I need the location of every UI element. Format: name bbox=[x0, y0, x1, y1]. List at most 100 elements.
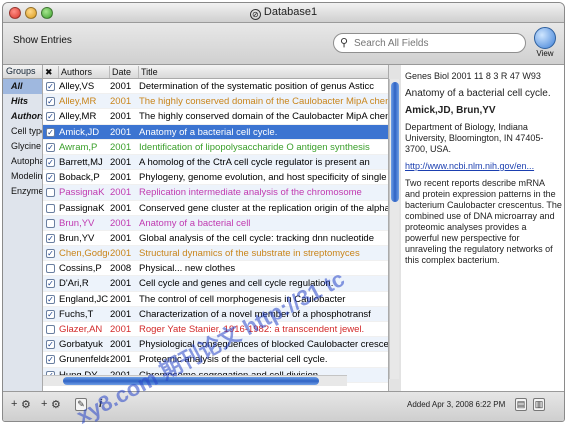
row-checkbox[interactable]: ✓ bbox=[46, 355, 55, 365]
pdf-icon[interactable]: ▤ bbox=[515, 398, 527, 411]
author-cell: Barrett,MJ bbox=[59, 156, 103, 168]
group-item[interactable]: All bbox=[3, 79, 42, 94]
row-checkbox[interactable]: ✓ bbox=[46, 294, 55, 304]
author-cell: Alley,MR bbox=[59, 111, 97, 123]
table-row[interactable]: ✓ Brun,YV 2001 Global analysis of the cell … bbox=[43, 231, 388, 247]
group-item[interactable]: Cell type bbox=[3, 124, 42, 139]
row-checkbox[interactable]: ✓ bbox=[46, 279, 55, 289]
title-cell: Anatomy of a bacterial cell bbox=[139, 217, 251, 229]
row-checkbox[interactable] bbox=[46, 188, 55, 198]
table-vertical-scrollbar[interactable] bbox=[389, 79, 399, 379]
date-column-header[interactable]: Date bbox=[109, 66, 139, 78]
add-reference-icon[interactable]: + bbox=[41, 398, 47, 410]
author-cell: Gorbatyuk bbox=[59, 339, 103, 351]
row-checkbox[interactable]: ✓ bbox=[46, 309, 55, 319]
year-cell: 2001 bbox=[110, 217, 132, 229]
title-cell: A homolog of the CtrA cell cycle regulat… bbox=[139, 156, 370, 168]
table-row[interactable]: PassignaK 2001 Conserved gene cluster at t… bbox=[43, 201, 388, 216]
title-cell: The highly conserved domain of the Caulo… bbox=[139, 111, 388, 123]
group-item[interactable]: Hits bbox=[3, 94, 42, 109]
groups-header[interactable]: Groups bbox=[3, 65, 42, 79]
show-entries-label: Show Entries bbox=[13, 35, 72, 46]
row-checkbox[interactable]: ✓ bbox=[46, 173, 55, 183]
row-checkbox[interactable] bbox=[46, 325, 55, 334]
app-window: ⊘Database1 Show Entries ⚲ View Groups Al… bbox=[2, 2, 565, 422]
group-item[interactable]: Autophagy bbox=[3, 154, 42, 169]
year-cell: 2001 bbox=[110, 324, 132, 335]
author-cell: Chen,Godge bbox=[59, 248, 109, 260]
table-horizontal-scrollbar[interactable] bbox=[43, 375, 347, 386]
toolbar: Show Entries ⚲ View bbox=[3, 23, 564, 65]
author-cell: Brun,YV bbox=[59, 217, 95, 229]
row-checkbox[interactable] bbox=[46, 218, 55, 228]
gear-icon[interactable]: ⚙ bbox=[21, 398, 31, 411]
year-cell: 2001 bbox=[110, 111, 132, 123]
year-cell: 2001 bbox=[110, 81, 132, 92]
title-cell: Global analysis of the cell cycle: track… bbox=[139, 232, 374, 244]
table-row[interactable]: ✓ Alley,VS 2001 Determination of the system… bbox=[43, 79, 388, 95]
group-item[interactable]: Glycine bbox=[3, 139, 42, 154]
year-cell: 2001 bbox=[110, 96, 132, 108]
row-checkbox[interactable] bbox=[46, 203, 55, 213]
vertical-scroll-thumb[interactable] bbox=[391, 82, 399, 202]
authors-column-header[interactable]: Authors bbox=[58, 66, 110, 78]
year-cell: 2001 bbox=[110, 248, 132, 260]
author-cell: Fuchs,T bbox=[59, 308, 94, 320]
year-cell: 2001 bbox=[110, 293, 132, 305]
row-checkbox[interactable]: ✓ bbox=[46, 157, 55, 167]
action-gear-icon[interactable]: ⚙ bbox=[51, 398, 61, 411]
row-checkbox[interactable]: ✓ bbox=[46, 249, 55, 259]
table-row[interactable]: ✓ Fuchs,T 2001 Characterization of a novel … bbox=[43, 306, 388, 322]
row-checkbox[interactable]: ✓ bbox=[46, 82, 55, 91]
table-row[interactable]: Brun,YV 2001 Anatomy of a bacterial cell bbox=[43, 215, 388, 231]
title-column-header[interactable]: Title bbox=[138, 66, 388, 78]
title-cell: Determination of the systematic position… bbox=[139, 81, 374, 92]
table-row[interactable]: ✓ Amick,JD 2001 Anatomy of a bacterial cell… bbox=[43, 124, 388, 140]
table-row[interactable]: ✓ Awram,P 2001 Identification of lipopolysa… bbox=[43, 140, 388, 155]
view-button[interactable]: View bbox=[530, 27, 560, 63]
horizontal-scroll-thumb[interactable] bbox=[63, 377, 319, 385]
group-item[interactable]: Enzyme bbox=[3, 184, 42, 199]
title-cell: Anatomy of a bacterial cell cycle. bbox=[139, 126, 278, 138]
row-checkbox[interactable]: ✓ bbox=[46, 233, 55, 243]
year-cell: 2008 bbox=[110, 263, 132, 275]
year-cell: 2001 bbox=[110, 187, 132, 199]
table-row[interactable]: ✓ Boback,P 2001 Phylogeny, genome evolution… bbox=[43, 170, 388, 186]
window-title-text: Database1 bbox=[263, 6, 318, 18]
row-checkbox[interactable]: ✓ bbox=[46, 97, 55, 107]
year-cell: 2001 bbox=[110, 126, 132, 138]
groups-sidebar: Groups AllHitsAuthorsCell typeGlycineAut… bbox=[3, 65, 43, 391]
search-icon[interactable]: ⚲ bbox=[340, 36, 348, 49]
table-row[interactable]: ✓ Barrett,MJ 2001 A homolog of the CtrA cel… bbox=[43, 154, 388, 171]
author-cell: Boback,P bbox=[59, 172, 100, 184]
group-item[interactable]: Authors bbox=[3, 109, 42, 124]
title-cell: Conserved gene cluster at the replicatio… bbox=[139, 202, 388, 214]
row-checkbox[interactable]: ✓ bbox=[46, 112, 55, 122]
year-cell: 2001 bbox=[110, 156, 132, 168]
table-row[interactable]: PassignaK 2001 Replication intermediate an… bbox=[43, 185, 388, 201]
check-column-header[interactable]: ✖ bbox=[43, 66, 59, 78]
detail-link[interactable]: http://www.ncbi.nlm.nih.gov/en... bbox=[405, 161, 562, 172]
add-group-icon[interactable]: + bbox=[11, 398, 17, 410]
row-checkbox[interactable]: ✓ bbox=[46, 340, 55, 350]
database-icon: ⊘ bbox=[249, 9, 261, 20]
row-checkbox[interactable] bbox=[46, 264, 55, 274]
author-cell: Amick,JD bbox=[59, 126, 100, 138]
title-cell: The highly conserved domain of the Caulo… bbox=[139, 96, 388, 108]
group-item[interactable]: Modeling bbox=[3, 169, 42, 184]
title-cell: Structural dynamics of the substrate in … bbox=[139, 248, 360, 260]
groups-list: AllHitsAuthorsCell typeGlycineAutophagyM… bbox=[3, 79, 42, 199]
search-field[interactable]: ⚲ bbox=[333, 33, 526, 53]
author-cell: Glazer,AN bbox=[59, 324, 103, 335]
table-row[interactable]: ✓ Alley,MR 2001 The highly conserved domain… bbox=[43, 94, 388, 110]
table-row[interactable]: ✓ Chen,Godge 2001 Structural dynamics of th… bbox=[43, 246, 388, 262]
author-cell: PassignaK bbox=[59, 202, 105, 214]
attachment-icon[interactable]: ▥ bbox=[533, 398, 545, 411]
table-row[interactable]: ✓ Alley,MR 2001 The highly conserved domain… bbox=[43, 109, 388, 125]
row-checkbox[interactable]: ✓ bbox=[46, 127, 55, 137]
author-cell: Brun,YV bbox=[59, 232, 95, 244]
row-checkbox[interactable]: ✓ bbox=[46, 142, 55, 152]
author-cell: Cossins,P bbox=[59, 263, 102, 275]
search-input[interactable] bbox=[354, 36, 522, 50]
title-cell: Replication intermediate analysis of the… bbox=[139, 187, 362, 199]
